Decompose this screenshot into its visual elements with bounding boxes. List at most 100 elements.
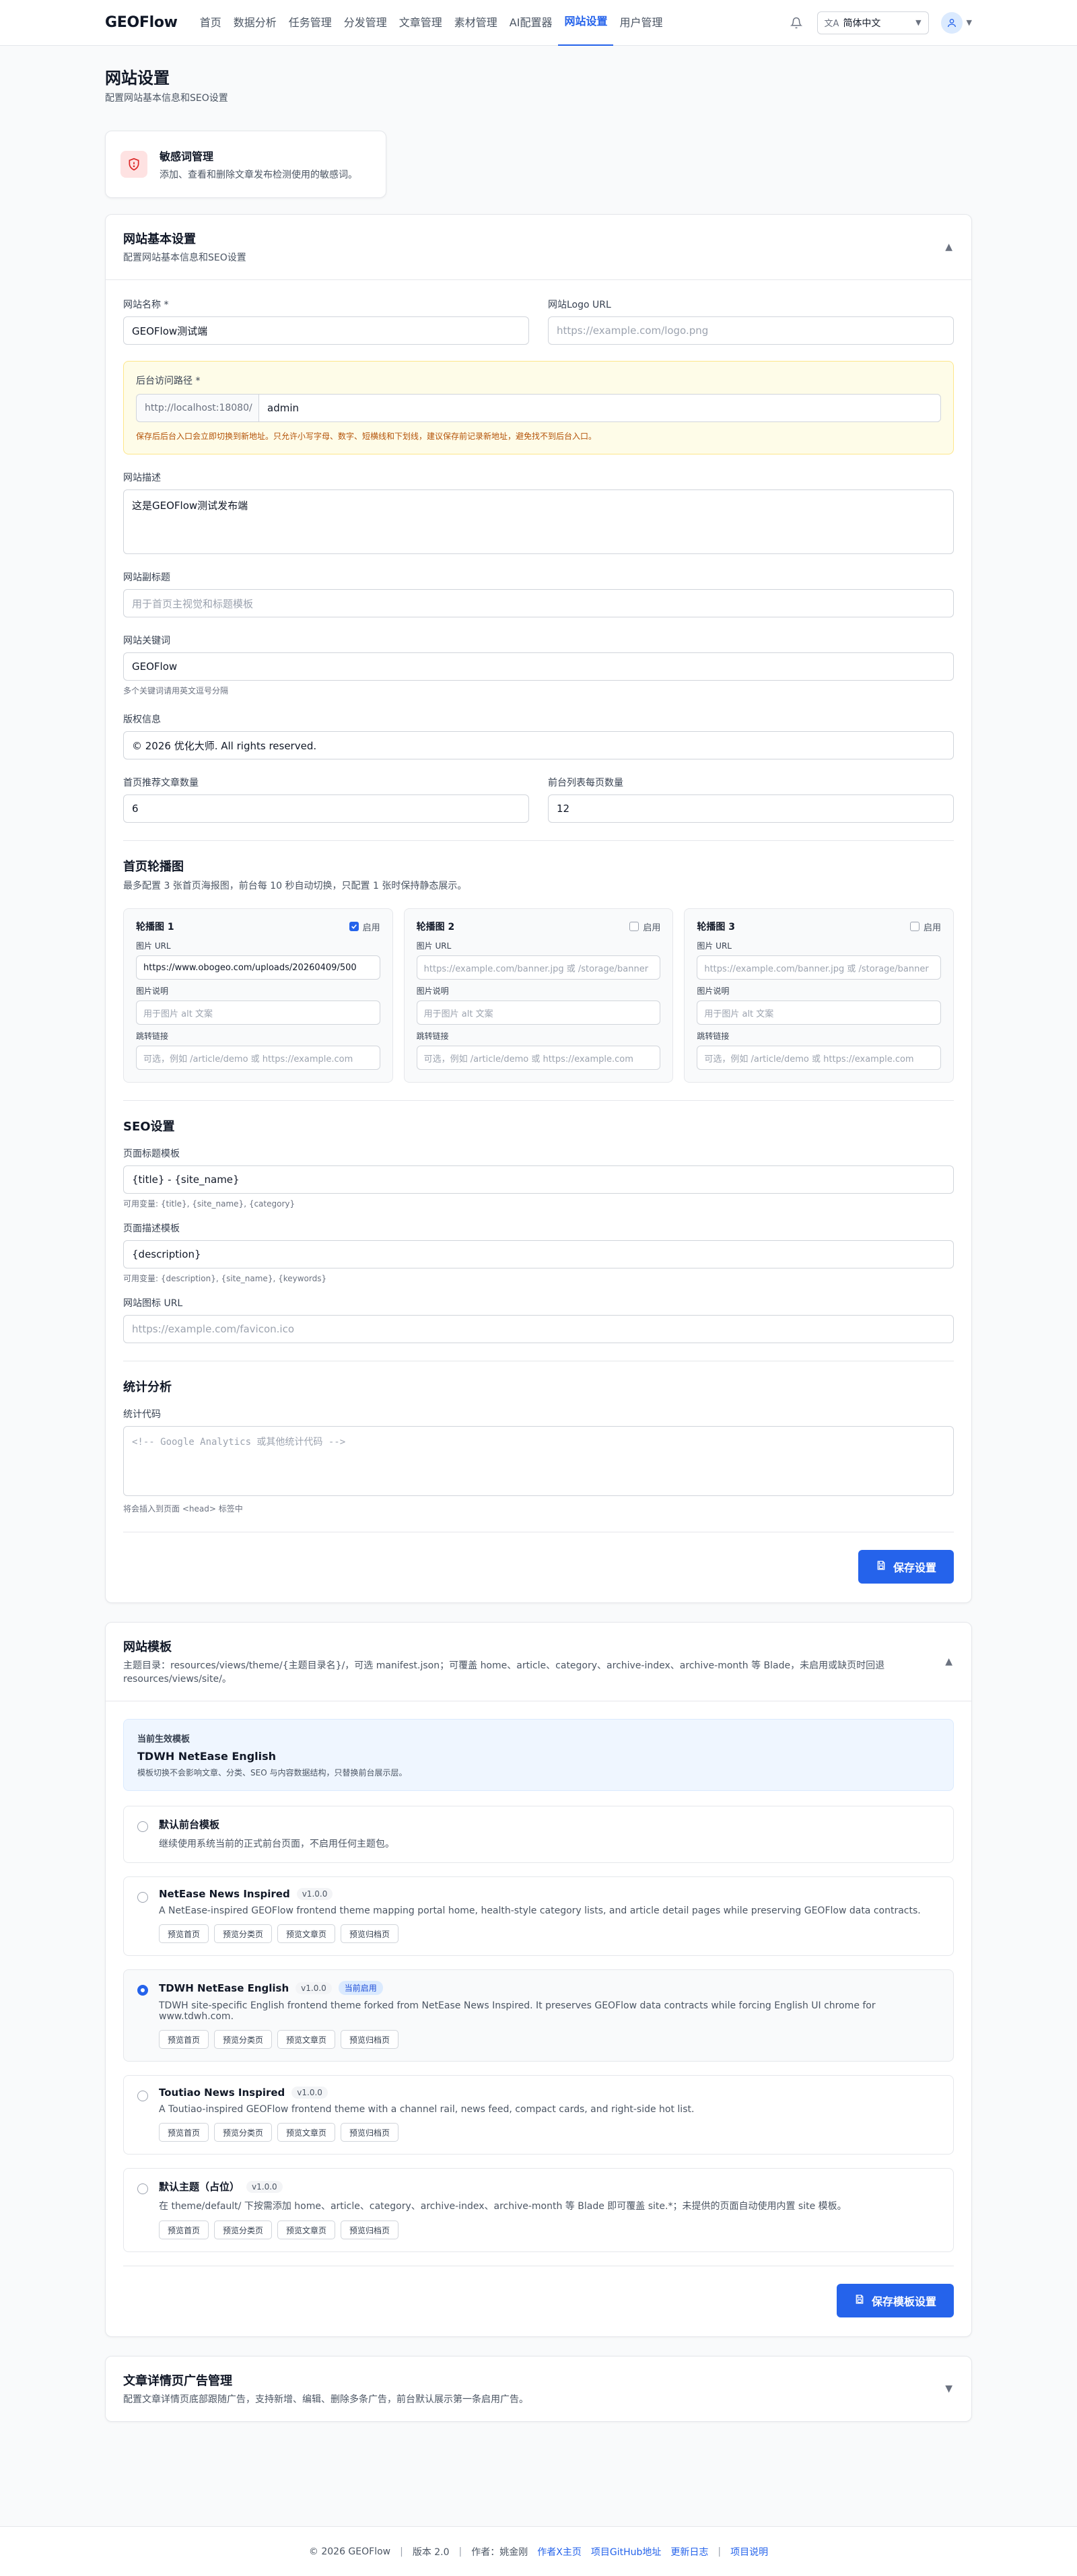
analytics-code-hint: 将会插入到页面 <head> 标签中 xyxy=(123,1504,243,1514)
preview-home-button[interactable]: 预览首页 xyxy=(159,1924,209,1943)
preview-archive-button[interactable]: 预览归档页 xyxy=(341,2123,399,2142)
admin-path-input[interactable]: admin xyxy=(258,394,941,422)
img-alt-input[interactable]: 用于图片 alt 文案 xyxy=(697,1001,942,1025)
bell-icon[interactable] xyxy=(788,14,805,32)
checkbox-icon[interactable] xyxy=(629,922,639,931)
checkbox-checked-icon[interactable] xyxy=(349,922,359,931)
img-url-input[interactable]: https://example.com/banner.jpg 或 /storag… xyxy=(697,955,942,980)
templates-subtitle: 主题目录：resources/views/theme/{主题目录名}/，可选 m… xyxy=(123,1660,885,1685)
chevron-up-icon[interactable]: ▲ xyxy=(945,1656,952,1667)
basic-settings-header[interactable]: 网站基本设置 配置网站基本信息和SEO设置 ▲ xyxy=(106,215,971,280)
copyright-input[interactable]: © 2026 优化大师. All rights reserved. xyxy=(123,731,954,759)
radio-icon[interactable] xyxy=(137,2183,148,2194)
preview-home-button[interactable]: 预览首页 xyxy=(159,2030,209,2049)
site-desc-textarea[interactable]: 这是GEOFlow测试发布端 xyxy=(123,489,954,554)
link-input[interactable]: 可选，例如 /article/demo 或 https://example.co… xyxy=(697,1046,942,1070)
preview-article-button[interactable]: 预览文章页 xyxy=(277,1924,336,1943)
preview-archive-button[interactable]: 预览归档页 xyxy=(341,2221,399,2239)
ads-header[interactable]: 文章详情页广告管理 配置文章详情页底部跟随广告，支持新增、编辑、删除多条广告，前… xyxy=(106,2357,971,2421)
checkbox-icon[interactable] xyxy=(910,922,919,931)
template-option[interactable]: 默认主题（占位） v1.0.0 在 theme/default/ 下按需添加 h… xyxy=(123,2168,954,2252)
template-desc: A Toutiao-inspired GEOFlow frontend them… xyxy=(159,2104,695,2115)
radio-selected-icon[interactable] xyxy=(137,1985,148,1996)
footer-link-changelog[interactable]: 更新日志 xyxy=(670,2545,708,2558)
analytics-code-textarea[interactable]: <!-- Google Analytics 或其他统计代码 --> xyxy=(123,1426,954,1496)
nav-link-analytics[interactable]: 数据分析 xyxy=(228,0,283,46)
save-settings-label: 保存设置 xyxy=(893,1561,936,1574)
list-count-input[interactable]: 12 xyxy=(548,794,954,823)
preview-home-button[interactable]: 预览首页 xyxy=(159,2221,209,2239)
template-option[interactable]: NetEase News Inspired v1.0.0 A NetEase-i… xyxy=(123,1876,954,1956)
template-desc: 继续使用系统当前的正式前台页面，不启用任何主题包。 xyxy=(159,1839,394,1850)
carousel-enable-toggle[interactable]: 启用 xyxy=(910,920,941,933)
keywords-input[interactable]: GEOFlow xyxy=(123,652,954,681)
radio-icon[interactable] xyxy=(137,1821,148,1832)
footer-link-readme[interactable]: 项目说明 xyxy=(730,2545,768,2558)
carousel-item-title: 轮播图 1 xyxy=(136,922,174,933)
chevron-down-icon: ▼ xyxy=(915,18,922,27)
templates-header[interactable]: 网站模板 主题目录：resources/views/theme/{主题目录名}/… xyxy=(106,1623,971,1701)
nav-link-articles[interactable]: 文章管理 xyxy=(393,0,448,46)
preview-category-button[interactable]: 预览分类页 xyxy=(214,2123,273,2142)
footer-link-x[interactable]: 作者X主页 xyxy=(537,2545,582,2558)
preview-category-button[interactable]: 预览分类页 xyxy=(214,2030,273,2049)
keywords-label: 网站关键词 xyxy=(123,636,170,646)
carousel-enable-toggle[interactable]: 启用 xyxy=(349,920,380,933)
preview-home-button[interactable]: 预览首页 xyxy=(159,2123,209,2142)
current-template-name: TDWH NetEase English xyxy=(137,1750,277,1763)
preview-category-button[interactable]: 预览分类页 xyxy=(214,2221,273,2239)
link-input[interactable]: 可选，例如 /article/demo 或 https://example.co… xyxy=(136,1046,380,1070)
img-url-label: 图片 URL xyxy=(416,941,452,951)
preview-archive-button[interactable]: 预览归档页 xyxy=(341,2030,399,2049)
favicon-input[interactable]: https://example.com/favicon.ico xyxy=(123,1315,954,1343)
nav-link-ai-config[interactable]: AI配置器 xyxy=(503,0,559,46)
save-settings-button[interactable]: 保存设置 xyxy=(858,1550,954,1584)
preview-category-button[interactable]: 预览分类页 xyxy=(214,1924,273,1943)
version-badge: v1.0.0 xyxy=(296,1981,332,1994)
nav-link-distribution[interactable]: 分发管理 xyxy=(338,0,393,46)
app-logo[interactable]: GEOFlow xyxy=(105,14,178,31)
preview-article-button[interactable]: 预览文章页 xyxy=(277,2030,336,2049)
sensitive-words-card[interactable]: 敏感词管理 添加、查看和删除文章发布检测使用的敏感词。 xyxy=(105,131,386,198)
template-option[interactable]: Toutiao News Inspired v1.0.0 A Toutiao-i… xyxy=(123,2075,954,2155)
admin-path-box: 后台访问路径 * http://localhost:18080/ admin 保… xyxy=(123,361,954,454)
carousel-item: 轮播图 3 启用 图片 URL https://example.com/bann… xyxy=(684,908,954,1083)
footer-link-github[interactable]: 项目GitHub地址 xyxy=(591,2545,662,2558)
user-menu[interactable]: ▼ xyxy=(940,11,972,34)
analytics-code-label: 统计代码 xyxy=(123,1409,161,1420)
basic-settings-card: 网站基本设置 配置网站基本信息和SEO设置 ▲ 网站名称 * GEOFlow测试… xyxy=(105,214,972,1603)
site-desc-label: 网站描述 xyxy=(123,473,161,483)
img-alt-input[interactable]: 用于图片 alt 文案 xyxy=(416,1001,661,1025)
page-subtitle: 配置网站基本信息和SEO设置 xyxy=(105,93,228,104)
language-select[interactable]: 文A 简体中文 ▼ xyxy=(817,11,929,34)
logo-url-input[interactable]: https://example.com/logo.png xyxy=(548,316,954,345)
current-template-desc: 模板切换不会影响文章、分类、SEO 与内容数据结构，只替换前台展示层。 xyxy=(137,1768,407,1777)
link-input[interactable]: 可选，例如 /article/demo 或 https://example.co… xyxy=(416,1046,661,1070)
title-tpl-input[interactable]: {title} - {site_name} xyxy=(123,1165,954,1194)
chevron-down-icon[interactable]: ▼ xyxy=(945,2383,952,2394)
nav-link-materials[interactable]: 素材管理 xyxy=(448,0,503,46)
site-name-input[interactable]: GEOFlow测试端 xyxy=(123,316,529,345)
nav-link-home[interactable]: 首页 xyxy=(194,0,228,46)
save-template-button[interactable]: 保存模板设置 xyxy=(836,2284,954,2317)
preview-archive-button[interactable]: 预览归档页 xyxy=(341,1924,399,1943)
home-count-input[interactable]: 6 xyxy=(123,794,529,823)
nav-link-tasks[interactable]: 任务管理 xyxy=(283,0,338,46)
carousel-item-title: 轮播图 3 xyxy=(697,922,735,933)
nav-link-site-settings[interactable]: 网站设置 xyxy=(558,0,614,46)
img-alt-input[interactable]: 用于图片 alt 文案 xyxy=(136,1001,380,1025)
template-option-selected[interactable]: TDWH NetEase English v1.0.0 当前启用 TDWH si… xyxy=(123,1969,954,2062)
img-url-input[interactable]: https://www.obogeo.com/uploads/20260409/… xyxy=(136,955,380,980)
radio-icon[interactable] xyxy=(137,1892,148,1903)
carousel-enable-toggle[interactable]: 启用 xyxy=(629,920,660,933)
site-subtitle-input[interactable]: 用于首页主视觉和标题模板 xyxy=(123,589,954,617)
radio-icon[interactable] xyxy=(137,2091,148,2101)
nav-link-users[interactable]: 用户管理 xyxy=(613,0,668,46)
keywords-hint: 多个关键词请用英文逗号分隔 xyxy=(123,686,229,696)
img-url-input[interactable]: https://example.com/banner.jpg 或 /storag… xyxy=(416,955,661,980)
template-option[interactable]: 默认前台模板 继续使用系统当前的正式前台页面，不启用任何主题包。 xyxy=(123,1806,954,1863)
preview-article-button[interactable]: 预览文章页 xyxy=(277,2221,336,2239)
chevron-up-icon[interactable]: ▲ xyxy=(945,242,952,252)
desc-tpl-input[interactable]: {description} xyxy=(123,1240,954,1268)
preview-article-button[interactable]: 预览文章页 xyxy=(277,2123,336,2142)
